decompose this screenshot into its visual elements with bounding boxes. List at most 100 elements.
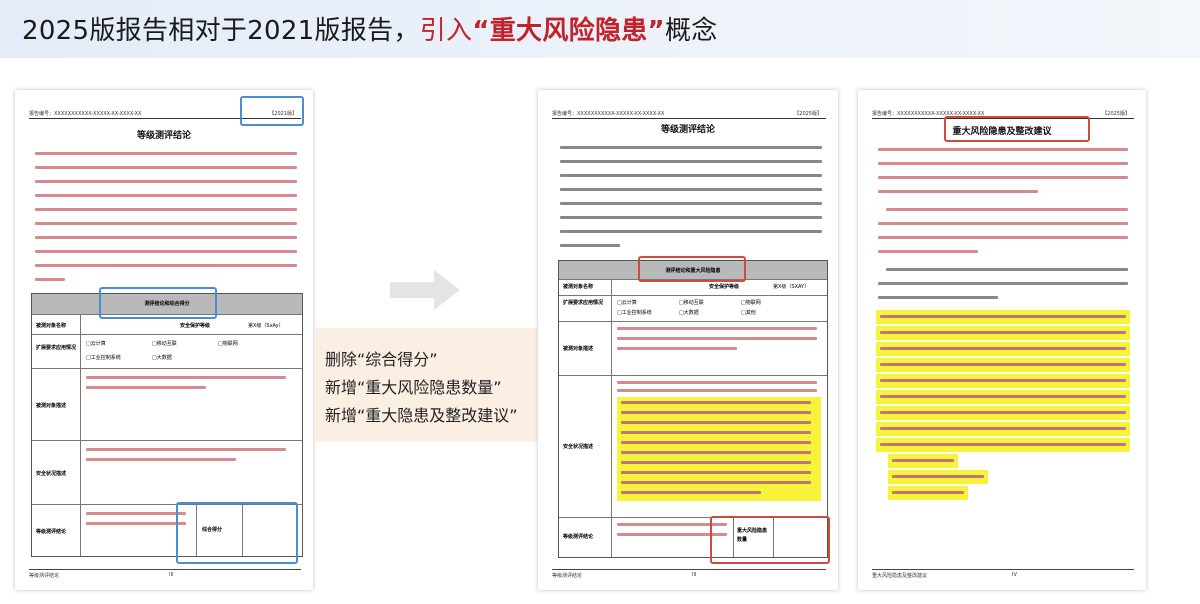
instruction-line bbox=[560, 202, 822, 205]
instruction-line bbox=[35, 208, 297, 211]
report-page-2021: 报告编号：XXXXXXXXXXX-XXXXX-XX-XXXX-XX 【2021版… bbox=[15, 90, 313, 590]
instruction-line bbox=[35, 236, 297, 239]
note-line-add-advice: 新增“重大隐患及整改建议” bbox=[325, 406, 518, 425]
row-label: 等级测评结论 bbox=[36, 529, 67, 535]
title-red-bold: “重大风险隐患” bbox=[472, 16, 665, 46]
description-line bbox=[617, 337, 817, 340]
highlighted-line bbox=[621, 451, 811, 454]
instruction-line bbox=[878, 250, 978, 253]
arrow-right-icon bbox=[390, 270, 460, 310]
description-line bbox=[617, 381, 817, 384]
highlighted-line bbox=[621, 401, 811, 404]
footer-page: III bbox=[169, 572, 174, 578]
footer-page: III bbox=[692, 572, 697, 578]
page-footer: 重大风险隐患及整改建议 IV bbox=[872, 569, 1134, 580]
slide-title: 2025版报告相对于2021版报告，引入“重大风险隐患”概念 bbox=[22, 10, 718, 47]
instruction-line bbox=[560, 160, 822, 163]
highlighted-line bbox=[621, 491, 761, 494]
footer-left: 等级测评结论 bbox=[552, 573, 583, 579]
instruction-line bbox=[560, 244, 620, 247]
row-label: 被测对象描述 bbox=[563, 346, 594, 352]
instruction-line bbox=[560, 174, 822, 177]
highlighted-line bbox=[880, 395, 1126, 398]
score-highlight-box bbox=[176, 502, 298, 564]
page-footer: 等级测评结论 III bbox=[29, 569, 301, 580]
note-line-delete: 删除“综合得分” bbox=[325, 350, 438, 369]
version-tag: 【2025版】 bbox=[794, 111, 822, 117]
instruction-line bbox=[35, 166, 297, 169]
description-line bbox=[86, 458, 236, 461]
highlighted-line bbox=[892, 491, 964, 494]
description-line bbox=[86, 512, 186, 515]
title-red-normal: 引入 bbox=[419, 16, 473, 46]
instruction-line bbox=[560, 216, 822, 219]
highlighted-line bbox=[892, 459, 954, 462]
body-line bbox=[878, 282, 1128, 285]
highlighted-line bbox=[621, 481, 811, 484]
row-label: 被测对象名称 bbox=[563, 284, 594, 290]
instruction-line bbox=[878, 148, 1128, 151]
page-title: 等级测评结论 bbox=[136, 131, 191, 141]
description-line bbox=[86, 386, 206, 389]
title-suffix: 概念 bbox=[664, 16, 718, 46]
instruction-line bbox=[560, 188, 822, 191]
version-tag: 【2025版】 bbox=[1102, 111, 1130, 117]
description-line bbox=[617, 327, 817, 330]
description-line bbox=[617, 347, 737, 350]
description-line bbox=[86, 522, 186, 525]
report-number: 报告编号：XXXXXXXXXXX-XXXXX-XX-XXXX-XX bbox=[29, 111, 142, 117]
title-prefix: 2025版报告相对于2021版报告， bbox=[22, 16, 420, 46]
instruction-line bbox=[35, 194, 297, 197]
title-bar: 2025版报告相对于2021版报告，引入“重大风险隐患”概念 bbox=[0, 0, 1200, 58]
risk-count-highlight-box bbox=[710, 516, 830, 564]
instruction-line bbox=[878, 176, 1128, 179]
instruction-line bbox=[878, 190, 1038, 193]
page-footer: 等级测评结论 III bbox=[552, 569, 826, 580]
highlighted-line bbox=[621, 431, 811, 434]
highlighted-line bbox=[621, 461, 811, 464]
highlighted-line bbox=[880, 347, 1126, 350]
option-iot: □物联网 bbox=[741, 300, 761, 306]
page-title: 等级测评结论 bbox=[660, 125, 715, 135]
footer-page: IV bbox=[1012, 572, 1017, 578]
highlighted-line bbox=[880, 411, 1126, 414]
column-divider bbox=[80, 314, 81, 556]
instruction-line bbox=[35, 152, 297, 155]
highlighted-line bbox=[621, 441, 811, 444]
body-line bbox=[886, 268, 1128, 271]
highlighted-line bbox=[880, 427, 1126, 430]
highlighted-line bbox=[880, 379, 1126, 382]
highlighted-line bbox=[621, 471, 811, 474]
highlighted-line bbox=[621, 411, 811, 414]
option-ics: □工业控制系统 bbox=[86, 355, 121, 361]
option-iot: □物联网 bbox=[218, 341, 238, 347]
protect-level-label: 安全保护等级 bbox=[709, 284, 740, 290]
protect-level-label: 安全保护等级 bbox=[180, 323, 211, 329]
description-line bbox=[86, 448, 286, 451]
highlighted-line bbox=[621, 421, 811, 424]
instruction-line bbox=[560, 230, 822, 233]
highlighted-line bbox=[880, 443, 1126, 446]
title-red-part: 引入“重大风险隐患” bbox=[420, 16, 665, 46]
row-label: 等级测评结论 bbox=[563, 534, 594, 540]
row-label: 安全状况描述 bbox=[36, 471, 67, 477]
row-label: 安全状况描述 bbox=[563, 444, 594, 450]
option-mobile: □移动互联 bbox=[679, 300, 704, 306]
instruction-line bbox=[878, 222, 1128, 225]
option-cloud: □云计算 bbox=[617, 300, 637, 306]
protect-level-value: 第X级（SxAy） bbox=[248, 323, 284, 329]
header-highlight-box bbox=[99, 287, 217, 319]
highlighted-line bbox=[892, 475, 984, 478]
row-label: 扩展要求应用情况 bbox=[36, 345, 77, 351]
column-divider bbox=[611, 279, 612, 557]
highlighted-line bbox=[880, 331, 1126, 334]
instruction-line bbox=[35, 264, 297, 267]
description-line bbox=[86, 376, 286, 379]
instruction-line bbox=[886, 208, 1128, 211]
body-line bbox=[878, 296, 998, 299]
description-line bbox=[617, 389, 817, 392]
instruction-line bbox=[878, 236, 1128, 239]
highlighted-line bbox=[880, 363, 1126, 366]
instruction-line bbox=[35, 278, 65, 281]
report-page-2025-risks: 报告编号：XXXXXXXXXXX-XXXXX-XX-XXXX-XX 【2025版… bbox=[858, 90, 1146, 590]
